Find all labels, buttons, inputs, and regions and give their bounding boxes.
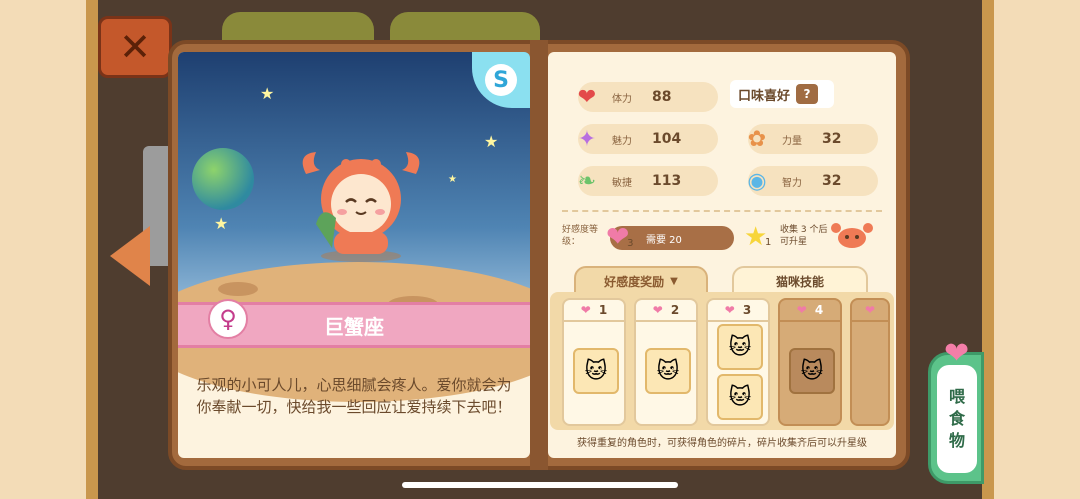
stat-label: 魅力 bbox=[612, 135, 632, 147]
bulb-icon: ◉ bbox=[747, 168, 767, 194]
paw-icon: ✿ bbox=[747, 126, 767, 152]
left-page: ★ ★ ★ ★ S ♀ 巨蟹座 乐观的小可人儿，心思细腻会疼人。爱你就会为你奉献… bbox=[178, 52, 530, 458]
footer-note: 获得重复的角色时，可获得角色的碎片，碎片收集齐后可以升星级 bbox=[577, 438, 867, 449]
collect-hint: 收集 3 个后可升星 bbox=[780, 225, 828, 247]
character-name: 巨蟹座 bbox=[324, 315, 384, 339]
cat-piece-icon: 🐱 bbox=[717, 374, 763, 420]
reward-level: 3 bbox=[742, 303, 752, 317]
stat-strength: ✿ 力量 32 bbox=[748, 124, 878, 154]
taste-unknown-icon: ? bbox=[796, 84, 819, 104]
star-level-icon: ★ 1 bbox=[744, 222, 772, 252]
heart-icon: ❤ bbox=[864, 303, 876, 317]
reward-card[interactable]: ❤ 2 🐱 bbox=[634, 298, 698, 426]
feed-label: 喂 食 物 bbox=[937, 365, 977, 473]
feed-char: 物 bbox=[948, 431, 965, 450]
affection-need-text: 需要 20 bbox=[646, 234, 682, 246]
stat-value: 88 bbox=[652, 89, 672, 105]
reward-card[interactable]: ❤ 3 🐱 🐱 bbox=[706, 298, 770, 426]
close-icon: ✕ bbox=[119, 25, 151, 69]
stat-value: 104 bbox=[652, 131, 682, 147]
right-page: ❤ 体力 88 口味喜好 ? ✦ 魅力 104 ✿ 力量 32 ❧ 敏捷 113… bbox=[548, 52, 896, 458]
star-icon: ★ bbox=[448, 174, 457, 185]
home-indicator[interactable] bbox=[402, 482, 678, 488]
wing-icon: ❧ bbox=[577, 168, 597, 194]
cat-piece-icon: 🐱 bbox=[717, 324, 763, 370]
divider bbox=[562, 210, 882, 212]
heart-icon: ❤ bbox=[652, 303, 663, 317]
stat-intelligence: ◉ 智力 32 bbox=[747, 166, 878, 196]
stat-charm: ✦ 魅力 104 bbox=[578, 124, 718, 154]
heart-icon: ❤ bbox=[577, 84, 597, 110]
crab-cat-character[interactable] bbox=[296, 144, 426, 264]
reward-level: 1 bbox=[598, 303, 608, 317]
reward-card[interactable]: ❤ 1 🐱 bbox=[562, 298, 626, 426]
feed-button[interactable]: 喂 食 物 bbox=[928, 352, 984, 484]
heart-icon: ❤ bbox=[724, 303, 735, 317]
heart-up-icon: ❤ bbox=[944, 336, 970, 371]
stat-agility: ❧ 敏捷 113 bbox=[578, 166, 718, 196]
stat-value: 32 bbox=[822, 131, 842, 147]
previous-arrow-button[interactable] bbox=[110, 226, 150, 286]
crater bbox=[218, 282, 258, 296]
affection-heart-icon: ❤ 3 bbox=[606, 220, 634, 253]
close-button[interactable]: ✕ bbox=[98, 16, 172, 78]
reward-level: 4 bbox=[814, 303, 824, 317]
space-scene: ★ ★ ★ ★ S bbox=[178, 52, 530, 402]
star-icon: ★ bbox=[484, 132, 499, 151]
cat-piece-icon: 🐱 bbox=[789, 348, 835, 394]
character-description: 乐观的小可人儿，心思细腻会疼人。爱你就会为你奉献一切，快给我一些回应让爱持续下去… bbox=[196, 376, 512, 416]
stat-label: 体力 bbox=[612, 93, 632, 105]
feed-char: 食 bbox=[948, 409, 965, 428]
earth-planet bbox=[192, 148, 254, 210]
stat-label: 敏捷 bbox=[612, 177, 632, 189]
rarity-badge: S bbox=[472, 52, 530, 108]
crab-mini-icon bbox=[831, 223, 873, 248]
tab-label: 猫咪技能 bbox=[775, 274, 824, 289]
affection-label: 好感度等级： bbox=[562, 225, 599, 247]
chevron-down-icon: ▼ bbox=[670, 275, 678, 287]
tab-label: 好感度奖励 bbox=[604, 274, 665, 289]
star-icon: ★ bbox=[214, 214, 229, 233]
cat-piece-icon: 🐱 bbox=[573, 348, 619, 394]
affection-level: 3 bbox=[627, 238, 634, 249]
star-icon: ★ bbox=[260, 84, 275, 103]
rarity-label: S bbox=[485, 64, 517, 96]
sparkle-icon: ✦ bbox=[577, 126, 597, 152]
heart-icon: ❤ bbox=[580, 303, 591, 317]
reward-level: 2 bbox=[670, 303, 680, 317]
stat-label: 力量 bbox=[782, 135, 802, 147]
name-banner: ♀ 巨蟹座 bbox=[178, 299, 530, 348]
stat-value: 32 bbox=[822, 173, 842, 189]
reward-card-locked[interactable]: ❤ 4 🐱 bbox=[778, 298, 842, 426]
background-right-panel bbox=[982, 0, 1080, 499]
cat-piece-icon: 🐱 bbox=[645, 348, 691, 394]
feed-char: 喂 bbox=[948, 387, 965, 406]
taste-preference[interactable]: 口味喜好 ? bbox=[730, 80, 834, 108]
stat-label: 智力 bbox=[782, 177, 802, 189]
heart-icon: ❤ bbox=[796, 303, 807, 317]
taste-label: 口味喜好 bbox=[738, 88, 791, 104]
stat-value: 113 bbox=[652, 173, 682, 189]
background-left-panel bbox=[0, 0, 98, 499]
star-level: 1 bbox=[764, 237, 772, 248]
stat-stamina: ❤ 体力 88 bbox=[578, 82, 718, 112]
reward-card-partial[interactable]: ❤ bbox=[850, 298, 890, 426]
book-spine bbox=[530, 40, 548, 470]
